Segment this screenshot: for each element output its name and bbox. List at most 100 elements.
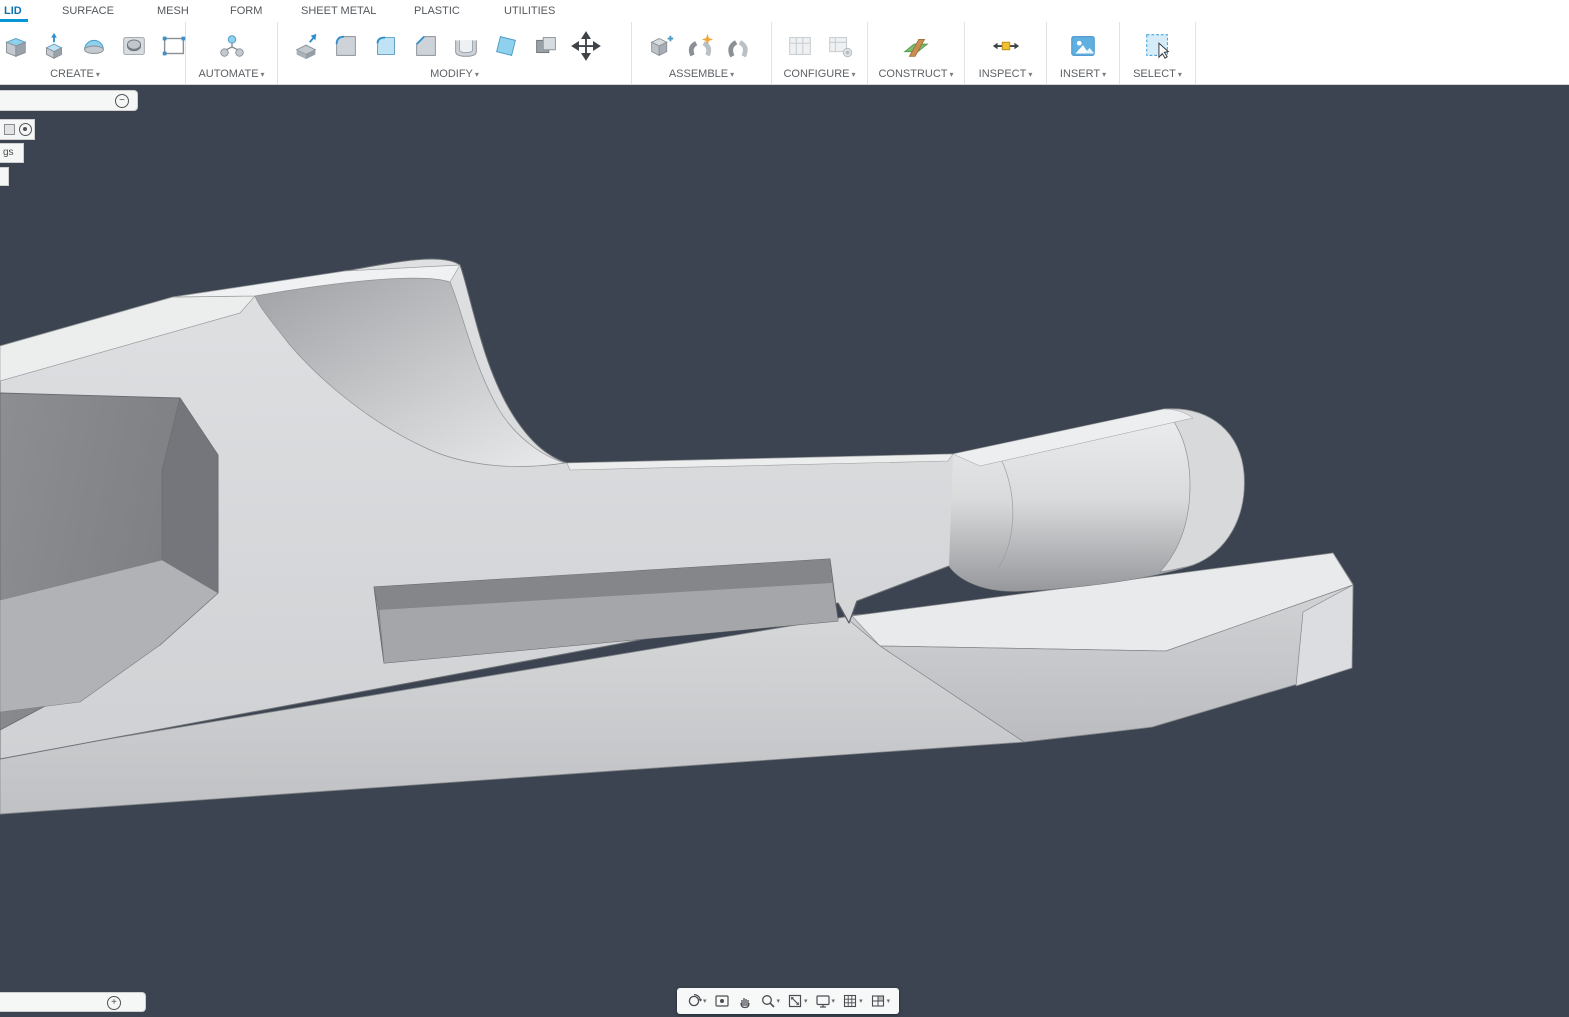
chevron-down-icon: ▾ [804, 997, 808, 1005]
toolbar-group-inspect: INSPECT▾ [965, 22, 1047, 84]
tab-sheet-metal[interactable]: SHEET METAL [301, 0, 376, 22]
fillet-rule-button[interactable] [330, 30, 362, 62]
viewport-canvas[interactable] [0, 85, 1569, 1017]
tab-solid-active[interactable]: LID [4, 0, 22, 22]
orbit-button[interactable]: ▾ [683, 990, 710, 1012]
joint-button[interactable] [684, 30, 716, 62]
tab-plastic[interactable]: PLASTIC [414, 0, 460, 22]
configure-dropdown[interactable]: CONFIGURE▾ [772, 68, 867, 80]
tab-utilities[interactable]: UTILITIES [504, 0, 555, 22]
chevron-down-icon: ▾ [1178, 70, 1182, 79]
browser-collapse-button[interactable]: − [115, 94, 129, 108]
chevron-down-icon: ▾ [950, 70, 954, 79]
browser-item-stub [0, 167, 9, 186]
timeline-expand-button[interactable]: + [107, 996, 121, 1010]
zoom-button[interactable]: ▾ [757, 990, 784, 1012]
hole-icon [119, 31, 149, 61]
configure-settings-button[interactable] [824, 30, 856, 62]
modify-label: MODIFY [430, 68, 473, 80]
draft-icon [491, 31, 521, 61]
select-icon [1143, 31, 1173, 61]
construct-dropdown[interactable]: CONSTRUCT▾ [868, 68, 964, 80]
combine-button[interactable] [530, 30, 562, 62]
tab-surface[interactable]: SURFACE [62, 0, 114, 22]
chevron-down-icon: ▾ [832, 997, 836, 1005]
browser-item-icons[interactable] [0, 119, 35, 140]
automate-dropdown[interactable]: AUTOMATE▾ [186, 68, 277, 80]
toolbar-group-construct: CONSTRUCT▾ [868, 22, 965, 84]
box-icon [4, 124, 15, 135]
viewport-3d-scene [0, 85, 1569, 1017]
inspect-dropdown[interactable]: INSPECT▾ [965, 68, 1046, 80]
navigation-bar: ▾ ▾ ▾ ▾ [677, 988, 899, 1014]
select-label: SELECT [1133, 68, 1176, 80]
revolve-button[interactable] [78, 30, 110, 62]
tab-form[interactable]: FORM [230, 0, 262, 22]
configure-label: CONFIGURE [783, 68, 849, 80]
move-copy-icon [571, 31, 601, 61]
new-component-icon [647, 31, 677, 61]
toolbar-group-configure: CONFIGURE▾ [772, 22, 868, 84]
insert-dropdown[interactable]: INSERT▾ [1047, 68, 1119, 80]
chamfer-button[interactable] [410, 30, 442, 62]
viewports-button[interactable]: ▾ [867, 990, 894, 1012]
construction-plane-icon [901, 31, 931, 61]
chevron-down-icon: ▾ [475, 70, 479, 79]
new-component-button[interactable] [646, 30, 678, 62]
modify-dropdown[interactable]: MODIFY▾ [278, 68, 631, 80]
press-pull-button[interactable] [290, 30, 322, 62]
chevron-down-icon: ▾ [261, 70, 265, 79]
assemble-dropdown[interactable]: ASSEMBLE▾ [632, 68, 771, 80]
insert-image-icon [1068, 31, 1098, 61]
browser-item-label-fragment[interactable]: gs [0, 143, 24, 163]
select-dropdown[interactable]: SELECT▾ [1120, 68, 1195, 80]
fillet-icon [371, 31, 401, 61]
automate-button[interactable] [216, 30, 248, 62]
model-3d[interactable] [0, 259, 1353, 814]
grid-display-button[interactable]: ▾ [839, 990, 866, 1012]
chevron-down-icon: ▾ [1102, 70, 1106, 79]
fit-icon [787, 993, 803, 1009]
display-settings-icon [815, 993, 831, 1009]
insert-label: INSERT [1060, 68, 1100, 80]
chevron-down-icon: ▾ [851, 70, 855, 79]
browser-header-bar[interactable]: − [0, 90, 138, 111]
chevron-down-icon: ▾ [887, 997, 891, 1005]
chevron-down-icon: ▾ [777, 997, 781, 1005]
combine-icon [531, 31, 561, 61]
revolve-icon [79, 31, 109, 61]
insert-image-button[interactable] [1067, 30, 1099, 62]
draft-button[interactable] [490, 30, 522, 62]
pan-button[interactable] [734, 990, 756, 1012]
toolbar-group-automate: AUTOMATE▾ [186, 22, 278, 84]
look-at-button[interactable] [711, 990, 733, 1012]
hole-button[interactable] [118, 30, 150, 62]
shell-button[interactable] [450, 30, 482, 62]
toolbar-group-select: SELECT▾ [1120, 22, 1196, 84]
pan-icon [737, 993, 753, 1009]
fillet-button[interactable] [370, 30, 402, 62]
automate-icon [217, 31, 247, 61]
configure-settings-icon [825, 31, 855, 61]
tab-mesh[interactable]: MESH [157, 0, 189, 22]
construct-label: CONSTRUCT [878, 68, 947, 80]
ribbon-toolbar: CREATE▾ AUTOMATE▾ [0, 22, 1569, 85]
timeline-bar[interactable]: + [0, 992, 146, 1012]
configuration-table-icon [785, 31, 815, 61]
construction-plane-button[interactable] [900, 30, 932, 62]
fit-button[interactable]: ▾ [784, 990, 811, 1012]
new-body-button[interactable] [0, 30, 30, 62]
create-dropdown[interactable]: CREATE▾ [0, 68, 150, 80]
measure-button[interactable] [990, 30, 1022, 62]
toolbar-group-create: CREATE▾ [0, 22, 186, 84]
move-copy-button[interactable] [570, 30, 602, 62]
configuration-table-button[interactable] [784, 30, 816, 62]
extrude-button[interactable] [38, 30, 70, 62]
viewports-icon [870, 993, 886, 1009]
automate-label: AUTOMATE [198, 68, 258, 80]
as-built-joint-button[interactable] [722, 30, 754, 62]
display-settings-button[interactable]: ▾ [812, 990, 839, 1012]
select-button[interactable] [1142, 30, 1174, 62]
tab-solid-label: LID [4, 5, 22, 17]
chevron-down-icon: ▾ [96, 70, 100, 79]
